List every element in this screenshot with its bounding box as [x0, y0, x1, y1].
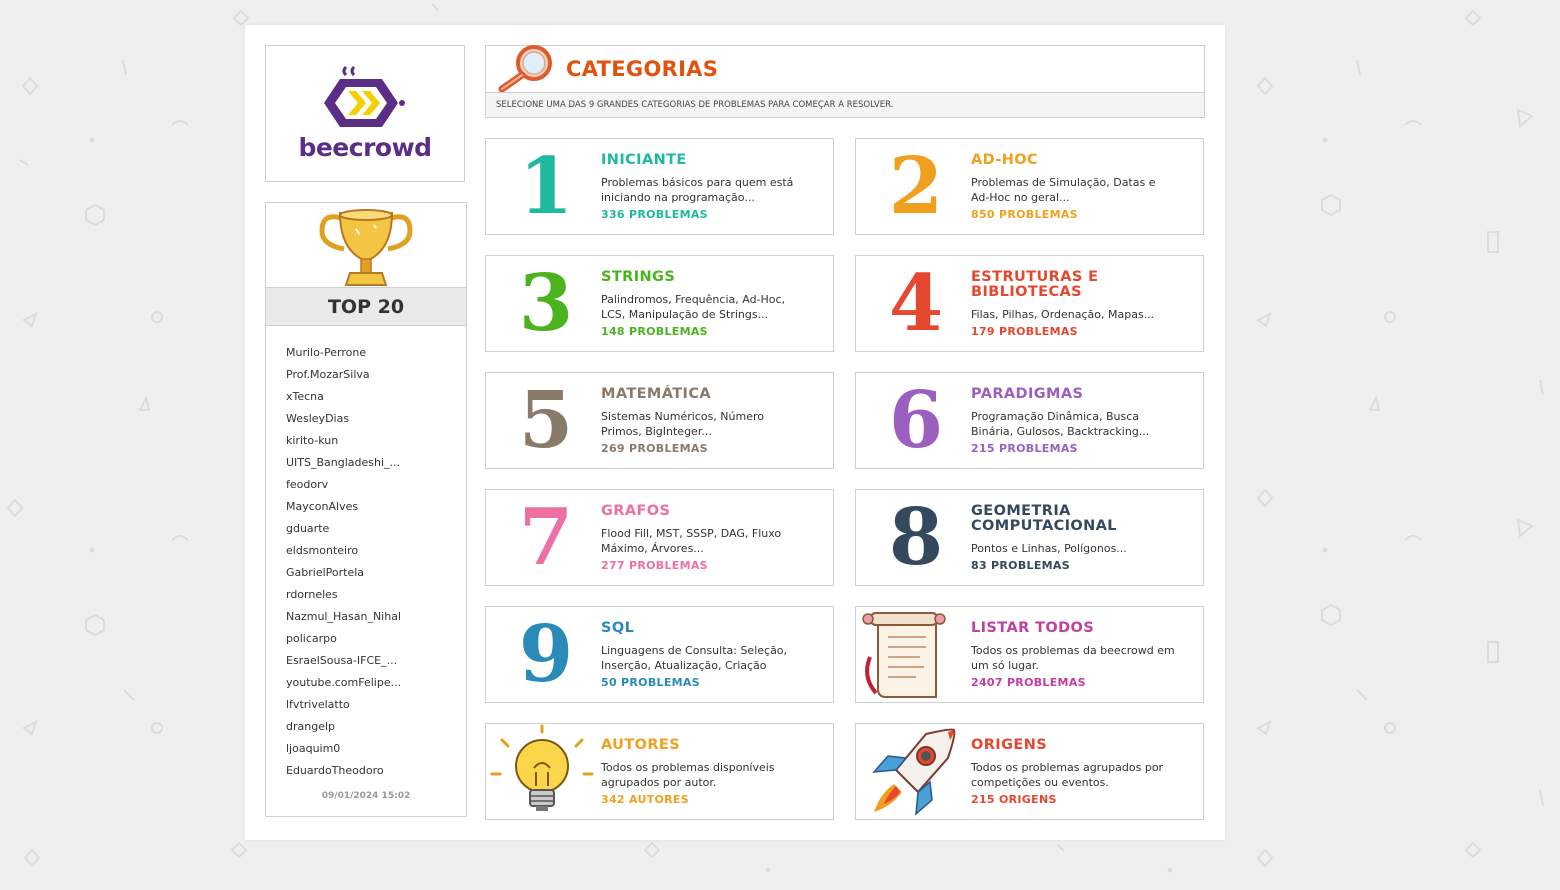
top-user-link[interactable]: feodorv — [286, 477, 406, 499]
lightbulb-icon — [490, 724, 594, 811]
category-count: 336 PROBLEMAS — [601, 208, 708, 221]
category-title: ORIGENS — [971, 737, 1048, 753]
top-user-link[interactable]: drangelp — [286, 719, 406, 741]
category-title: ESTRUTURAS E BIBLIOTECAS — [971, 269, 1099, 300]
category-description: Sistemas Numéricos, Número Primos, BigIn… — [601, 410, 764, 438]
category-title: INICIANTE — [601, 152, 687, 168]
category-title: GRAFOS — [601, 503, 671, 519]
category-count: 215 ORIGENS — [971, 793, 1057, 806]
category-title: PARADIGMAS — [971, 386, 1084, 402]
brand-logo-box[interactable]: beecrowd — [265, 45, 465, 182]
top-user-link[interactable]: rdorneles — [286, 587, 406, 609]
category-number: 9 — [518, 609, 574, 700]
category-card-matem-tica[interactable]: 5 MATEMÁTICA Sistemas Numéricos, Número Pr… — [485, 372, 834, 469]
category-number: 4 — [888, 258, 944, 349]
category-count: 277 PROBLEMAS — [601, 559, 708, 572]
category-card-listar-todos[interactable]: LISTAR TODOS Todos os problemas da beecro… — [855, 606, 1204, 703]
category-number: 3 — [518, 258, 574, 349]
category-card-geometria-computacional[interactable]: 8 GEOMETRIA COMPUTACIONAL Pontos e Linhas,… — [855, 489, 1204, 586]
category-number: 8 — [888, 492, 944, 583]
category-description: Pontos e Linhas, Polígonos... — [971, 542, 1127, 555]
category-description: Problemas básicos para quem está inician… — [601, 176, 794, 204]
category-count: 269 PROBLEMAS — [601, 442, 708, 455]
category-count: 179 PROBLEMAS — [971, 325, 1078, 338]
top-user-link[interactable]: ljoaquim0 — [286, 741, 406, 763]
category-card-paradigmas[interactable]: 6 PARADIGMAS Programação Dinâmica, Busca B… — [855, 372, 1204, 469]
category-title: LISTAR TODOS — [971, 620, 1095, 636]
category-count: 2407 PROBLEMAS — [971, 676, 1086, 689]
beecrowd-logo-icon — [324, 65, 405, 127]
category-card-sql[interactable]: 9 SQL Linguagens de Consulta: Seleção, Ins… — [485, 606, 834, 703]
top-user-link[interactable]: eldsmonteiro — [286, 543, 406, 565]
categories-header: CATEGORIAS SELECIONE UMA DAS 9 GRANDES C… — [485, 45, 1205, 118]
trophy-icon — [319, 209, 413, 286]
top-user-link[interactable]: EsraelSousa-IFCE_... — [286, 653, 406, 675]
category-description: Filas, Pilhas, Ordenação, Mapas... — [971, 308, 1155, 321]
category-card-ad-hoc[interactable]: 2 AD-HOC Problemas de Simulação, Datas e A… — [855, 138, 1204, 235]
rocket-icon — [872, 728, 956, 816]
top20-panel: TOP 20 Murilo-Perrone Prof.MozarSilva xTec… — [265, 202, 467, 817]
top-user-link[interactable]: UITS_Bangladeshi_... — [286, 455, 406, 477]
category-card-strings[interactable]: 3 STRINGS Palindromos, Frequência, Ad-Hoc,… — [485, 255, 834, 352]
category-description: Flood Fill, MST, SSSP, DAG, Fluxo Máximo… — [601, 527, 782, 555]
magnifier-icon — [498, 45, 552, 92]
top-user-link[interactable]: policarpo — [286, 631, 406, 653]
top-user-link[interactable]: MayconAlves — [286, 499, 406, 521]
top-user-link[interactable]: Murilo-Perrone — [286, 345, 406, 367]
category-description: Todos os problemas da beecrowd em um só … — [971, 644, 1175, 672]
category-number: 5 — [518, 375, 574, 466]
top-user-link[interactable]: Prof.MozarSilva — [286, 367, 406, 389]
top-user-link[interactable]: kirito-kun — [286, 433, 406, 455]
page-subtitle: SELECIONE UMA DAS 9 GRANDES CATEGORIAS D… — [486, 92, 1204, 117]
page-title: CATEGORIAS — [566, 57, 719, 81]
category-description: Todos os problemas agrupados por competi… — [971, 761, 1164, 789]
category-card-iniciante[interactable]: 1 INICIANTE Problemas básicos para quem es… — [485, 138, 834, 235]
category-number: 6 — [888, 375, 944, 466]
category-description: Problemas de Simulação, Datas e Ad-Hoc n… — [971, 176, 1156, 204]
top20-title: TOP 20 — [266, 287, 466, 326]
category-card-grafos[interactable]: 7 GRAFOS Flood Fill, MST, SSSP, DAG, Fluxo… — [485, 489, 834, 586]
category-title: AUTORES — [601, 737, 681, 753]
category-description: Programação Dinâmica, Busca Binária, Gul… — [971, 410, 1150, 438]
category-number: 2 — [888, 141, 944, 232]
category-count: 342 AUTORES — [601, 793, 689, 806]
category-card-estruturas-e-bibliotecas[interactable]: 4 ESTRUTURAS E BIBLIOTECAS Filas, Pilhas, … — [855, 255, 1204, 352]
category-title: SQL — [601, 620, 635, 636]
category-count: 850 PROBLEMAS — [971, 208, 1078, 221]
category-count: 83 PROBLEMAS — [971, 559, 1070, 572]
top-user-link[interactable]: Nazmul_Hasan_Nihal — [286, 609, 406, 631]
category-card-origens[interactable]: ORIGENS Todos os problemas agrupados por … — [855, 723, 1204, 820]
top-user-link[interactable]: GabrielPortela — [286, 565, 406, 587]
top-user-link[interactable]: youtube.comFelipe... — [286, 675, 406, 697]
main-sheet: beecrowd TOP 20 Murilo-Perrone Prof.Mozar… — [245, 25, 1225, 840]
top-user-link[interactable]: lfvtrivelatto — [286, 697, 406, 719]
top20-list: Murilo-Perrone Prof.MozarSilva xTecna Wesle… — [266, 326, 466, 785]
category-count: 215 PROBLEMAS — [971, 442, 1078, 455]
category-description: Todos os problemas disponíveis agrupados… — [601, 761, 775, 789]
category-card-autores[interactable]: AUTORES Todos os problemas disponíveis ag… — [485, 723, 834, 820]
top-user-link[interactable]: WesleyDias — [286, 411, 406, 433]
category-number: 1 — [518, 141, 574, 232]
category-description: Linguagens de Consulta: Seleção, Inserçã… — [601, 644, 788, 672]
top-user-link[interactable]: gduarte — [286, 521, 406, 543]
category-title: STRINGS — [601, 269, 676, 285]
category-title: MATEMÁTICA — [601, 386, 711, 402]
top-user-link[interactable]: xTecna — [286, 389, 406, 411]
category-count: 148 PROBLEMAS — [601, 325, 708, 338]
category-count: 50 PROBLEMAS — [601, 676, 700, 689]
top20-updated: 09/01/2024 15:02 — [321, 791, 411, 801]
top-user-link[interactable]: EduardoTheodoro — [286, 763, 406, 785]
scroll-icon — [862, 612, 946, 698]
category-number: 7 — [518, 492, 574, 583]
category-description: Palindromos, Frequência, Ad-Hoc, LCS, Ma… — [601, 293, 786, 321]
category-title: GEOMETRIA COMPUTACIONAL — [971, 503, 1117, 534]
brand-name: beecrowd — [298, 133, 432, 162]
category-title: AD-HOC — [971, 152, 1039, 168]
